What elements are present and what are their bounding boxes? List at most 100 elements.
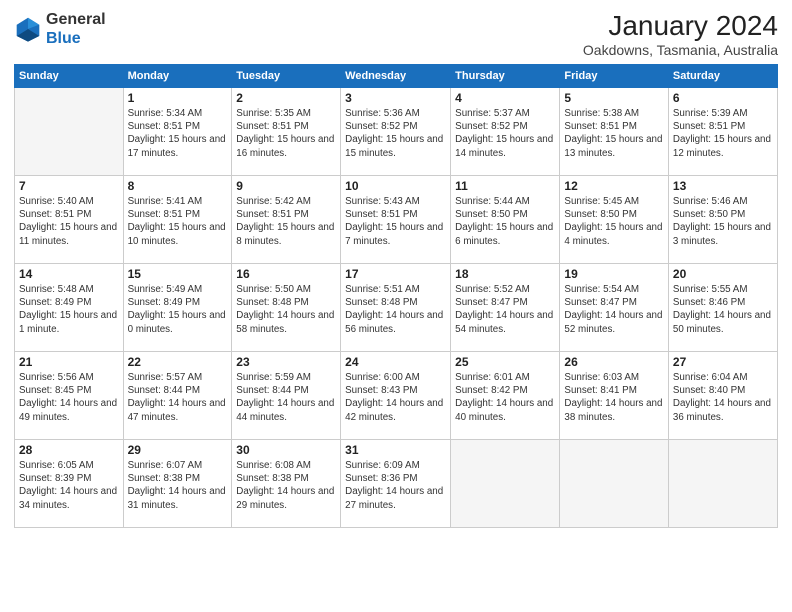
day-cell-1-3: 10 Sunrise: 5:43 AMSunset: 8:51 PMDayligh… — [341, 176, 451, 264]
day-cell-3-1: 22 Sunrise: 5:57 AMSunset: 8:44 PMDayligh… — [123, 352, 232, 440]
day-info-0-6: Sunrise: 5:39 AMSunset: 8:51 PMDaylight:… — [673, 107, 773, 160]
week-row-2: 14 Sunrise: 5:48 AMSunset: 8:49 PMDayligh… — [15, 264, 778, 352]
day-info-2-0: Sunrise: 5:48 AMSunset: 8:49 PMDaylight:… — [19, 283, 119, 336]
header-monday: Monday — [123, 65, 232, 88]
day-number-1-3: 10 — [345, 179, 446, 193]
day-number-4-2: 30 — [236, 443, 336, 457]
logo-general: General — [46, 10, 106, 29]
day-number-2-1: 15 — [128, 267, 228, 281]
day-info-1-3: Sunrise: 5:43 AMSunset: 8:51 PMDaylight:… — [345, 195, 446, 248]
day-number-4-0: 28 — [19, 443, 119, 457]
header-friday: Friday — [560, 65, 668, 88]
day-number-1-2: 9 — [236, 179, 336, 193]
day-info-0-2: Sunrise: 5:35 AMSunset: 8:51 PMDaylight:… — [236, 107, 336, 160]
day-number-3-0: 21 — [19, 355, 119, 369]
logo-blue: Blue — [46, 29, 106, 48]
day-info-0-5: Sunrise: 5:38 AMSunset: 8:51 PMDaylight:… — [564, 107, 663, 160]
day-number-2-5: 19 — [564, 267, 663, 281]
day-number-0-6: 6 — [673, 91, 773, 105]
day-cell-1-2: 9 Sunrise: 5:42 AMSunset: 8:51 PMDaylight… — [232, 176, 341, 264]
day-info-2-5: Sunrise: 5:54 AMSunset: 8:47 PMDaylight:… — [564, 283, 663, 336]
day-number-2-3: 17 — [345, 267, 446, 281]
day-cell-0-5: 5 Sunrise: 5:38 AMSunset: 8:51 PMDaylight… — [560, 88, 668, 176]
day-cell-0-0 — [15, 88, 124, 176]
week-row-0: 1 Sunrise: 5:34 AMSunset: 8:51 PMDaylight… — [15, 88, 778, 176]
calendar-table: Sunday Monday Tuesday Wednesday Thursday… — [14, 64, 778, 528]
day-number-4-3: 31 — [345, 443, 446, 457]
logo-icon — [14, 15, 42, 43]
calendar-header: Sunday Monday Tuesday Wednesday Thursday… — [15, 65, 778, 88]
page: General Blue January 2024 Oakdowns, Tasm… — [0, 0, 792, 612]
day-number-3-5: 26 — [564, 355, 663, 369]
day-cell-3-3: 24 Sunrise: 6:00 AMSunset: 8:43 PMDayligh… — [341, 352, 451, 440]
day-cell-1-6: 13Sunrise: 5:46 AMSunset: 8:50 PMDayligh… — [668, 176, 777, 264]
day-cell-4-6 — [668, 440, 777, 528]
week-row-4: 28 Sunrise: 6:05 AMSunset: 8:39 PMDayligh… — [15, 440, 778, 528]
day-info-2-6: Sunrise: 5:55 AMSunset: 8:46 PMDaylight:… — [673, 283, 773, 336]
day-cell-2-6: 20 Sunrise: 5:55 AMSunset: 8:46 PMDayligh… — [668, 264, 777, 352]
header-tuesday: Tuesday — [232, 65, 341, 88]
logo: General Blue — [14, 10, 106, 48]
day-info-1-2: Sunrise: 5:42 AMSunset: 8:51 PMDaylight:… — [236, 195, 336, 248]
header-wednesday: Wednesday — [341, 65, 451, 88]
day-cell-3-4: 25Sunrise: 6:01 AMSunset: 8:42 PMDayligh… — [451, 352, 560, 440]
day-cell-0-3: 3Sunrise: 5:36 AMSunset: 8:52 PMDaylight… — [341, 88, 451, 176]
day-info-3-3: Sunrise: 6:00 AMSunset: 8:43 PMDaylight:… — [345, 371, 446, 424]
day-number-0-4: 4 — [455, 91, 555, 105]
day-cell-0-6: 6 Sunrise: 5:39 AMSunset: 8:51 PMDaylight… — [668, 88, 777, 176]
week-row-3: 21 Sunrise: 5:56 AMSunset: 8:45 PMDayligh… — [15, 352, 778, 440]
day-cell-3-0: 21 Sunrise: 5:56 AMSunset: 8:45 PMDayligh… — [15, 352, 124, 440]
day-number-2-2: 16 — [236, 267, 336, 281]
day-cell-1-1: 8Sunrise: 5:41 AMSunset: 8:51 PMDaylight… — [123, 176, 232, 264]
day-cell-2-3: 17 Sunrise: 5:51 AMSunset: 8:48 PMDayligh… — [341, 264, 451, 352]
header-saturday: Saturday — [668, 65, 777, 88]
day-cell-2-4: 18 Sunrise: 5:52 AMSunset: 8:47 PMDayligh… — [451, 264, 560, 352]
day-number-1-1: 8 — [128, 179, 228, 193]
day-number-2-6: 20 — [673, 267, 773, 281]
day-info-1-5: Sunrise: 5:45 AMSunset: 8:50 PMDaylight:… — [564, 195, 663, 248]
day-info-3-4: Sunrise: 6:01 AMSunset: 8:42 PMDaylight:… — [455, 371, 555, 424]
day-info-0-1: Sunrise: 5:34 AMSunset: 8:51 PMDaylight:… — [128, 107, 228, 160]
weekday-header-row: Sunday Monday Tuesday Wednesday Thursday… — [15, 65, 778, 88]
day-info-3-1: Sunrise: 5:57 AMSunset: 8:44 PMDaylight:… — [128, 371, 228, 424]
day-cell-3-2: 23Sunrise: 5:59 AMSunset: 8:44 PMDayligh… — [232, 352, 341, 440]
day-number-3-1: 22 — [128, 355, 228, 369]
title-block: January 2024 Oakdowns, Tasmania, Austral… — [583, 10, 778, 58]
day-cell-2-0: 14 Sunrise: 5:48 AMSunset: 8:49 PMDayligh… — [15, 264, 124, 352]
day-number-1-0: 7 — [19, 179, 119, 193]
day-cell-3-5: 26Sunrise: 6:03 AMSunset: 8:41 PMDayligh… — [560, 352, 668, 440]
location-subtitle: Oakdowns, Tasmania, Australia — [583, 42, 778, 58]
day-cell-2-2: 16 Sunrise: 5:50 AMSunset: 8:48 PMDayligh… — [232, 264, 341, 352]
day-cell-4-4 — [451, 440, 560, 528]
header: General Blue January 2024 Oakdowns, Tasm… — [14, 10, 778, 58]
day-info-0-4: Sunrise: 5:37 AMSunset: 8:52 PMDaylight:… — [455, 107, 555, 160]
day-cell-1-0: 7Sunrise: 5:40 AMSunset: 8:51 PMDaylight… — [15, 176, 124, 264]
day-info-3-6: Sunrise: 6:04 AMSunset: 8:40 PMDaylight:… — [673, 371, 773, 424]
day-cell-4-2: 30Sunrise: 6:08 AMSunset: 8:38 PMDayligh… — [232, 440, 341, 528]
day-cell-4-5 — [560, 440, 668, 528]
day-number-2-0: 14 — [19, 267, 119, 281]
day-number-3-6: 27 — [673, 355, 773, 369]
day-cell-4-1: 29 Sunrise: 6:07 AMSunset: 8:38 PMDayligh… — [123, 440, 232, 528]
month-title: January 2024 — [583, 10, 778, 42]
day-number-0-5: 5 — [564, 91, 663, 105]
day-info-3-0: Sunrise: 5:56 AMSunset: 8:45 PMDaylight:… — [19, 371, 119, 424]
calendar-body: 1 Sunrise: 5:34 AMSunset: 8:51 PMDaylight… — [15, 88, 778, 528]
header-thursday: Thursday — [451, 65, 560, 88]
day-number-0-1: 1 — [128, 91, 228, 105]
day-cell-4-3: 31 Sunrise: 6:09 AMSunset: 8:36 PMDayligh… — [341, 440, 451, 528]
day-info-0-3: Sunrise: 5:36 AMSunset: 8:52 PMDaylight:… — [345, 107, 446, 160]
day-number-2-4: 18 — [455, 267, 555, 281]
day-cell-1-4: 11Sunrise: 5:44 AMSunset: 8:50 PMDayligh… — [451, 176, 560, 264]
day-info-4-3: Sunrise: 6:09 AMSunset: 8:36 PMDaylight:… — [345, 459, 446, 512]
day-cell-4-0: 28 Sunrise: 6:05 AMSunset: 8:39 PMDayligh… — [15, 440, 124, 528]
day-cell-0-2: 2Sunrise: 5:35 AMSunset: 8:51 PMDaylight… — [232, 88, 341, 176]
day-number-4-1: 29 — [128, 443, 228, 457]
day-info-2-3: Sunrise: 5:51 AMSunset: 8:48 PMDaylight:… — [345, 283, 446, 336]
day-info-2-4: Sunrise: 5:52 AMSunset: 8:47 PMDaylight:… — [455, 283, 555, 336]
day-number-3-3: 24 — [345, 355, 446, 369]
day-info-3-2: Sunrise: 5:59 AMSunset: 8:44 PMDaylight:… — [236, 371, 336, 424]
day-info-4-1: Sunrise: 6:07 AMSunset: 8:38 PMDaylight:… — [128, 459, 228, 512]
day-info-4-0: Sunrise: 6:05 AMSunset: 8:39 PMDaylight:… — [19, 459, 119, 512]
day-info-2-2: Sunrise: 5:50 AMSunset: 8:48 PMDaylight:… — [236, 283, 336, 336]
